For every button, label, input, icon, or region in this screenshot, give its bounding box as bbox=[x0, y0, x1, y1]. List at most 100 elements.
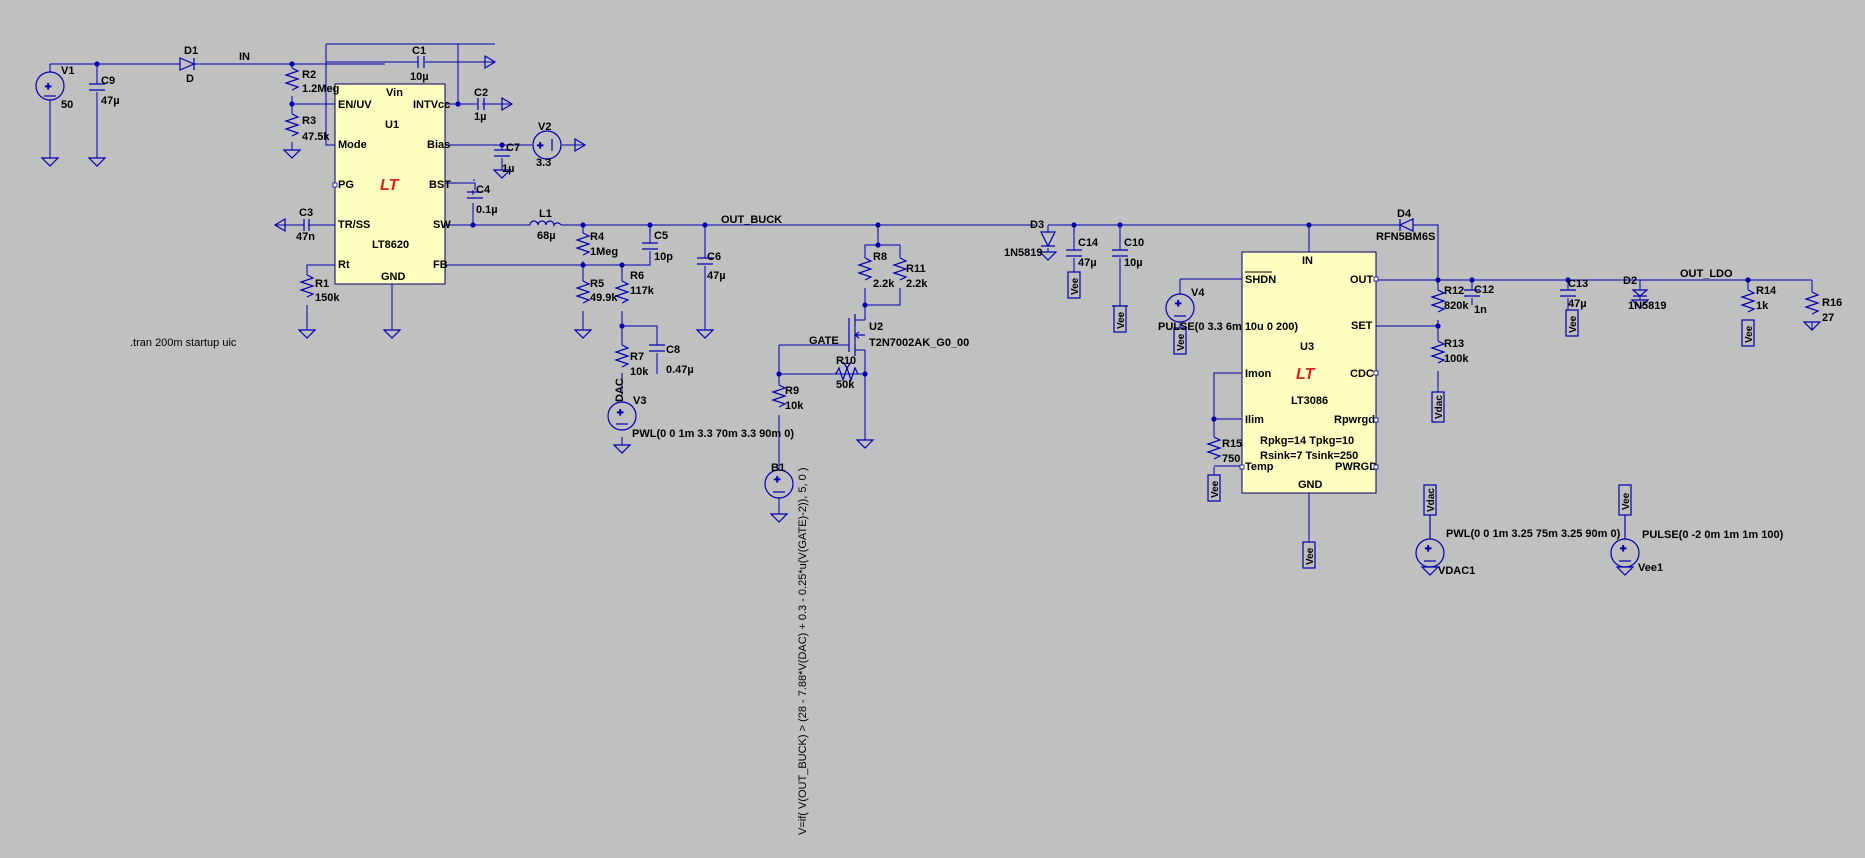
b1-expression: V=if( V(OUT_BUCK) > (28 - 7.88*V(DAC) + … bbox=[797, 468, 809, 836]
net-in-label: IN bbox=[239, 51, 250, 63]
u1-pin-vin: Vin bbox=[386, 87, 403, 99]
c2-value: 1µ bbox=[474, 111, 486, 123]
vdac-flag: Vdac bbox=[1426, 488, 1437, 512]
v4-ref: V4 bbox=[1191, 287, 1205, 299]
r9-ref: R9 bbox=[785, 385, 799, 397]
r1-ref: R1 bbox=[315, 278, 329, 290]
ic-u1[interactable]: Vin EN/UV INTVcc U1 Mode Bias PG LT BST … bbox=[334, 83, 451, 285]
b1-ref: B1 bbox=[771, 462, 785, 474]
svg-text:+: + bbox=[617, 407, 623, 419]
u1-pin-pg: PG bbox=[338, 179, 354, 191]
u1-pin-trss: TR/SS bbox=[338, 219, 370, 231]
c2-ref: C2 bbox=[474, 87, 488, 99]
d2-ref: D2 bbox=[1623, 275, 1637, 287]
r3-ref: R3 bbox=[302, 115, 316, 127]
r11-value: 2.2k bbox=[906, 278, 928, 290]
u1-pin-bst: BST bbox=[429, 179, 451, 191]
u3-ref: U3 bbox=[1300, 341, 1314, 353]
source-v1[interactable]: + bbox=[35, 71, 65, 101]
c1-ref: C1 bbox=[412, 45, 426, 57]
r12-ref: R12 bbox=[1444, 285, 1464, 297]
v2-ref: V2 bbox=[538, 121, 551, 133]
u1-pin-fb: FB bbox=[433, 259, 448, 271]
svg-text:+: + bbox=[774, 474, 780, 486]
d1-ref: D1 bbox=[184, 45, 198, 57]
source-v4[interactable]: + bbox=[1165, 293, 1195, 323]
c8-ref: C8 bbox=[666, 344, 680, 356]
source-v2[interactable]: + bbox=[532, 130, 562, 160]
u1-pin-rt: Rt bbox=[338, 259, 350, 271]
u3-pin-cdc: CDC bbox=[1350, 368, 1374, 380]
u2-ref: U2 bbox=[869, 321, 883, 333]
c5-value: 10p bbox=[654, 251, 673, 263]
source-b1[interactable]: + bbox=[764, 469, 794, 499]
r5-ref: R5 bbox=[590, 278, 604, 290]
schematic-canvas[interactable]: Vin EN/UV INTVcc U1 Mode Bias PG LT BST … bbox=[0, 0, 1865, 858]
c6-value: 47µ bbox=[707, 270, 726, 282]
u1-pin-sw: SW bbox=[433, 219, 451, 231]
u1-part: LT8620 bbox=[372, 239, 409, 251]
c7-ref: C7 bbox=[506, 142, 520, 154]
u1-pin-mode: Mode bbox=[338, 139, 367, 151]
r16-value: 27 bbox=[1822, 312, 1834, 324]
svg-text:+: + bbox=[45, 81, 51, 93]
c3-ref: C3 bbox=[299, 207, 313, 219]
r13-ref: R13 bbox=[1444, 338, 1464, 350]
u3-pin-shdn: SHDN bbox=[1245, 274, 1276, 286]
u1-ref: U1 bbox=[385, 119, 399, 131]
u3-pin-rpwrgd: Rpwrgd bbox=[1334, 414, 1375, 426]
d3-value: 1N5819 bbox=[1004, 247, 1043, 259]
r2-ref: R2 bbox=[302, 69, 316, 81]
svg-text:+: + bbox=[1425, 543, 1431, 555]
vee-flag: Vee bbox=[1621, 492, 1632, 510]
c9-value: 47µ bbox=[101, 95, 120, 107]
u3-pin-temp: Temp bbox=[1245, 461, 1274, 473]
r10-value: 50k bbox=[836, 379, 855, 391]
u3-pin-gnd: GND bbox=[1298, 479, 1323, 491]
r14-value: 1k bbox=[1756, 300, 1769, 312]
u1-pin-bias: Bias bbox=[427, 139, 450, 151]
net-gate-label: GATE bbox=[809, 335, 839, 347]
ic-u3[interactable]: IN SHDN OUT SET U3 Imon LT CDC LT3086 Il… bbox=[1239, 251, 1379, 494]
d2-value: 1N5819 bbox=[1628, 300, 1667, 312]
vee1-value: PULSE(0 -2 0m 1m 1m 100) bbox=[1642, 529, 1784, 541]
c13-value: 47µ bbox=[1568, 298, 1587, 310]
l1-ref: L1 bbox=[539, 208, 552, 220]
vee-flag: Vee bbox=[1116, 311, 1127, 329]
r8-value: 2.2k bbox=[873, 278, 895, 290]
net-out-ldo-label: OUT_LDO bbox=[1680, 268, 1733, 280]
r4-value: 1Meg bbox=[590, 246, 618, 258]
ic-u1-open-pins bbox=[332, 182, 338, 188]
c1-value: 10µ bbox=[410, 71, 429, 83]
c13-ref: C13 bbox=[1568, 278, 1588, 290]
r7-ref: R7 bbox=[630, 351, 644, 363]
c6-ref: C6 bbox=[707, 251, 721, 263]
d4-value: RFN5BM6S bbox=[1376, 231, 1435, 243]
source-v3[interactable]: + bbox=[607, 401, 637, 431]
r2-value: 1.2Meg bbox=[302, 83, 339, 95]
lt-logo-icon: LT bbox=[1296, 366, 1316, 383]
c12-value: 1n bbox=[1474, 304, 1487, 316]
net-out-buck-label: OUT_BUCK bbox=[721, 214, 782, 226]
d4-ref: D4 bbox=[1397, 208, 1412, 220]
c3-value: 47n bbox=[296, 231, 315, 243]
r11-ref: R11 bbox=[906, 263, 926, 275]
c12-ref: C12 bbox=[1474, 284, 1494, 296]
r6-ref: R6 bbox=[630, 270, 644, 282]
c14-ref: C14 bbox=[1078, 237, 1099, 249]
vee-flag: Vee bbox=[1568, 315, 1579, 333]
c5-ref: C5 bbox=[654, 230, 668, 242]
u2-part: T2N7002AK_G0_00 bbox=[869, 337, 969, 349]
v3-ref: V3 bbox=[633, 395, 646, 407]
v3-value: PWL(0 0 1m 3.3 70m 3.3 90m 0) bbox=[632, 428, 794, 440]
d3-ref: D3 bbox=[1030, 219, 1044, 231]
dac-net-label: DAC bbox=[614, 378, 626, 402]
r14-ref: R14 bbox=[1756, 285, 1777, 297]
vee-flag: Vee bbox=[1176, 333, 1187, 351]
v2-value: 3.3 bbox=[536, 157, 551, 169]
svg-text:+: + bbox=[1175, 298, 1181, 310]
vee-flag: Vee bbox=[1744, 325, 1755, 343]
r16-ref: R16 bbox=[1822, 297, 1842, 309]
r12-value: 820k bbox=[1444, 300, 1469, 312]
r10-ref: R10 bbox=[836, 355, 856, 367]
